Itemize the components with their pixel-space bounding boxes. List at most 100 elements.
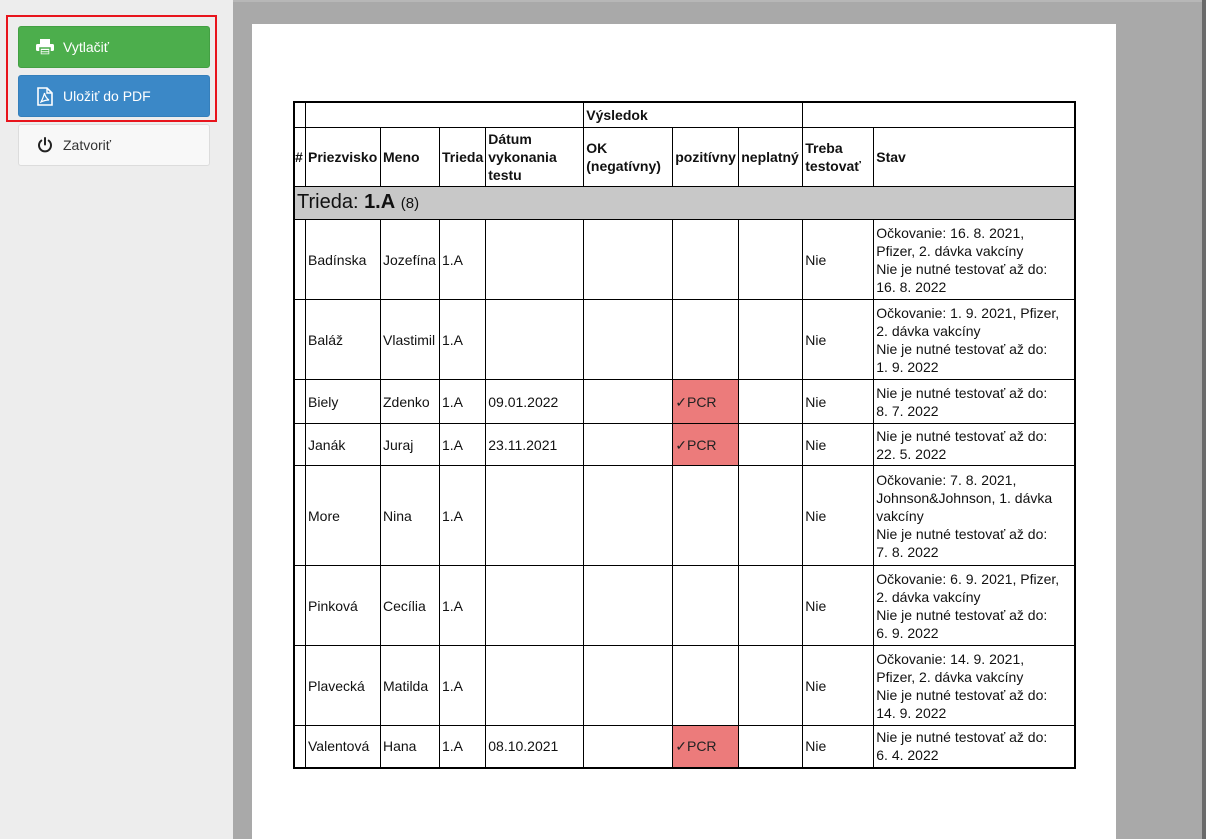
status-line: Nie je nutné testovať až do: bbox=[876, 606, 1048, 623]
class-group-prefix: Trieda: bbox=[297, 191, 365, 213]
status-line: Nie je nutné testovať až do: bbox=[876, 427, 1048, 444]
need-test-cell: Nie bbox=[802, 423, 875, 466]
surname-cell: Baláž bbox=[305, 299, 381, 380]
invalid-cell bbox=[738, 645, 804, 726]
print-button[interactable]: Vytlačiť bbox=[18, 26, 210, 68]
table-row: Biely Zdenko 1.A 09.01.2022 ✓PCR Nie Nie je nu… bbox=[293, 379, 1076, 424]
idx-cell bbox=[293, 465, 306, 566]
save-pdf-button[interactable]: Uložiť do PDF bbox=[18, 75, 210, 117]
name-cell: Juraj bbox=[380, 423, 440, 466]
need-test-cell: Nie bbox=[802, 565, 875, 646]
status-line: 2. dávka vakcíny bbox=[876, 588, 981, 605]
status-line: Očkovanie: 7. 8. 2021, bbox=[876, 471, 1017, 488]
empty-cell bbox=[293, 101, 306, 128]
table-row: Pinková Cecília 1.A Nie Očkovanie: 6. 9. 202… bbox=[293, 565, 1076, 646]
class-cell: 1.A bbox=[438, 299, 487, 380]
test-results-table: Výsledok # Priezvisko Meno Trieda Dátum … bbox=[293, 101, 1076, 769]
positive-cell: ✓PCR bbox=[672, 423, 740, 466]
ok-cell bbox=[583, 299, 674, 380]
class-group-count: (8) bbox=[400, 195, 420, 212]
date-cell: 23.11.2021 bbox=[485, 423, 585, 466]
idx-cell bbox=[293, 219, 306, 300]
invalid-cell bbox=[738, 465, 804, 566]
name-cell: Vlastimil bbox=[380, 299, 440, 380]
status-line: 1. 9. 2022 bbox=[876, 358, 939, 375]
date-cell: 08.10.2021 bbox=[485, 725, 585, 768]
class-cell: 1.A bbox=[438, 565, 487, 646]
group-header-row: Výsledok bbox=[293, 101, 1076, 128]
status-line: Očkovanie: 1. 9. 2021, Pfizer, bbox=[876, 304, 1060, 321]
need-test-cell: Nie bbox=[802, 299, 875, 380]
empty-cell bbox=[304, 101, 585, 128]
status-cell: Očkovanie: 6. 9. 2021, Pfizer, 2. dávka v… bbox=[873, 565, 1076, 646]
table-row: Baláž Vlastimil 1.A Nie Očkovanie: 1. 9. 202… bbox=[293, 299, 1076, 380]
status-line: 8. 7. 2022 bbox=[876, 402, 939, 419]
status-line: Nie je nutné testovať až do: bbox=[876, 525, 1048, 542]
surname-cell: Valentová bbox=[305, 725, 381, 768]
invalid-cell bbox=[738, 423, 804, 466]
need-test-cell: Nie bbox=[802, 219, 875, 300]
class-cell: 1.A bbox=[438, 219, 487, 300]
close-button[interactable]: Zatvoriť bbox=[18, 124, 210, 166]
surname-cell: Biely bbox=[305, 379, 381, 424]
class-cell: 1.A bbox=[438, 423, 487, 466]
idx-cell bbox=[293, 645, 306, 726]
empty-cell bbox=[802, 101, 1076, 128]
date-cell bbox=[485, 565, 585, 646]
date-cell bbox=[485, 645, 585, 726]
ok-cell bbox=[583, 423, 674, 466]
status-line: Pfizer, 2. dávka vakcíny bbox=[876, 668, 1024, 685]
col-surname: Priezvisko bbox=[305, 127, 381, 187]
positive-cell: ✓PCR bbox=[672, 379, 740, 424]
col-positive: pozitívny bbox=[672, 127, 740, 187]
idx-cell bbox=[293, 725, 306, 768]
positive-cell bbox=[672, 299, 740, 380]
invalid-cell bbox=[738, 219, 804, 300]
class-cell: 1.A bbox=[438, 465, 487, 566]
status-line: Očkovanie: 14. 9. 2021, bbox=[876, 650, 1025, 667]
status-line: Nie je nutné testovať až do: bbox=[876, 260, 1048, 277]
status-line: Očkovanie: 16. 8. 2021, bbox=[876, 224, 1025, 241]
idx-cell bbox=[293, 565, 306, 646]
table-row: Badínska Jozefína 1.A Nie Očkovanie: 16. 8. … bbox=[293, 219, 1076, 300]
date-cell bbox=[485, 299, 585, 380]
ok-cell bbox=[583, 379, 674, 424]
surname-cell: Janák bbox=[305, 423, 381, 466]
status-line: Nie je nutné testovať až do: bbox=[876, 384, 1048, 401]
positive-cell bbox=[672, 465, 740, 566]
table-row: More Nina 1.A Nie Očkovanie: 7. 8. 2021, John… bbox=[293, 465, 1076, 566]
viewer-right-edge bbox=[1202, 0, 1206, 839]
printer-icon bbox=[35, 37, 55, 57]
date-cell bbox=[485, 219, 585, 300]
col-need-test: Treba testovať bbox=[802, 127, 875, 187]
ok-cell bbox=[583, 219, 674, 300]
date-cell: 09.01.2022 bbox=[485, 379, 585, 424]
positive-cell bbox=[672, 565, 740, 646]
col-class: Trieda bbox=[438, 127, 487, 187]
col-status: Stav bbox=[873, 127, 1076, 187]
status-cell: Očkovanie: 16. 8. 2021, Pfizer, 2. dávka … bbox=[873, 219, 1076, 300]
col-index: # bbox=[293, 127, 306, 187]
col-ok: OK (negatívny) bbox=[583, 127, 674, 187]
class-cell: 1.A bbox=[438, 725, 487, 768]
pdf-file-icon bbox=[35, 86, 55, 106]
status-cell: Očkovanie: 14. 9. 2021, Pfizer, 2. dávka … bbox=[873, 645, 1076, 726]
name-cell: Hana bbox=[380, 725, 440, 768]
ok-cell bbox=[583, 465, 674, 566]
ok-cell bbox=[583, 725, 674, 768]
status-line: 16. 8. 2022 bbox=[876, 278, 947, 295]
need-test-cell: Nie bbox=[802, 725, 875, 768]
sidebar: Vytlačiť Uložiť do PDF Zatvoriť bbox=[0, 0, 233, 839]
status-line: Pfizer, 2. dávka vakcíny bbox=[876, 242, 1024, 259]
status-cell: Očkovanie: 1. 9. 2021, Pfizer, 2. dávka v… bbox=[873, 299, 1076, 380]
status-cell: Nie je nutné testovať až do: 8. 7. 2022 bbox=[873, 379, 1076, 424]
positive-cell: ✓PCR bbox=[672, 725, 740, 768]
table-row: Valentová Hana 1.A 08.10.2021 ✓PCR Nie Nie je … bbox=[293, 725, 1076, 768]
status-line: 7. 8. 2022 bbox=[876, 543, 939, 560]
print-button-label: Vytlačiť bbox=[63, 39, 109, 55]
col-date: Dátum vykonania testu bbox=[485, 127, 585, 187]
table-row: Plavecká Matilda 1.A Nie Očkovanie: 14. 9. 2… bbox=[293, 645, 1076, 726]
power-icon bbox=[35, 135, 55, 155]
status-line: 14. 9. 2022 bbox=[876, 704, 947, 721]
table-row: Janák Juraj 1.A 23.11.2021 ✓PCR Nie Nie je nut… bbox=[293, 423, 1076, 466]
